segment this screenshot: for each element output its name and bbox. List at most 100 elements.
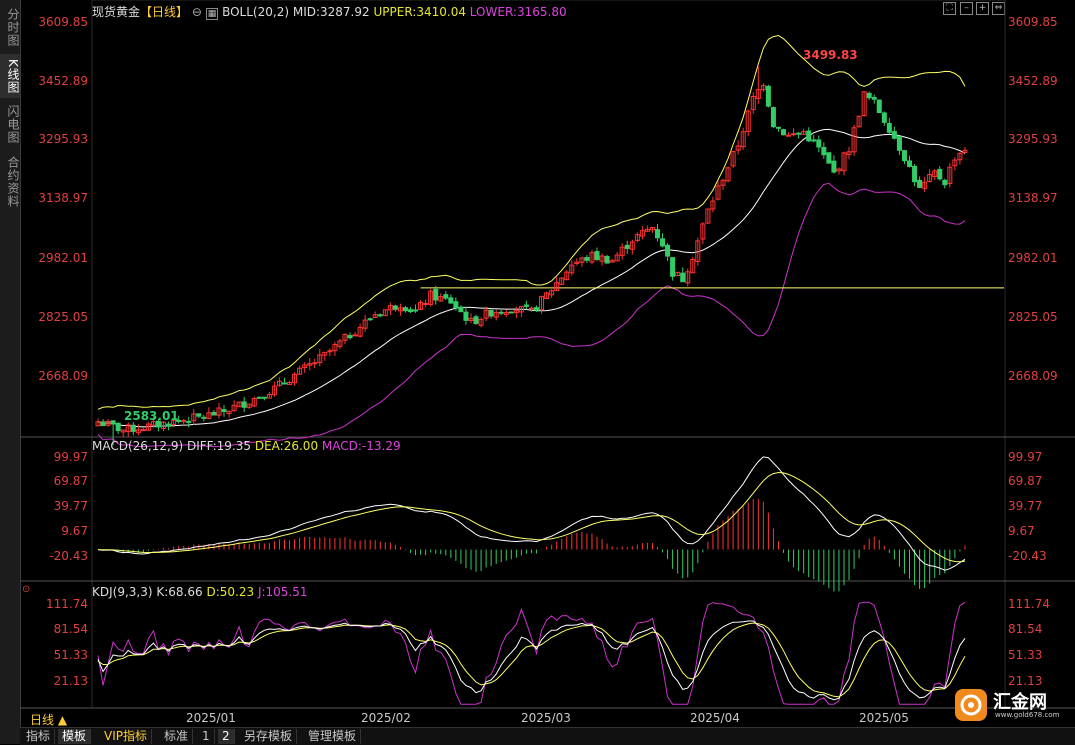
kdj-axis-left-2: 51.33 — [53, 648, 88, 662]
candle-body — [256, 396, 262, 399]
macd-value: MACD:-13.29 — [321, 439, 401, 453]
candle-body — [604, 255, 610, 264]
date-label-jan: 2025/01 — [186, 711, 236, 725]
date-label-may: 2025/05 — [859, 711, 909, 725]
candle-body — [488, 309, 494, 317]
price-axis-right-5: 2825.05 — [1008, 310, 1058, 324]
candle-body — [448, 297, 454, 304]
macd-axis-left-3: 9.67 — [61, 524, 88, 538]
price-axis-left-5: 2825.05 — [38, 310, 88, 324]
macd-label: MACD(26,12,9) — [92, 439, 184, 453]
candle-body — [891, 131, 897, 139]
macd-legend: MACD(26,12,9) DIFF:19.35 DEA:26.00 MACD:… — [92, 439, 401, 453]
boll-lower-line — [97, 182, 966, 448]
close-icon[interactable]: ⊙ — [22, 584, 30, 595]
macd-axis-right-4: -20.43 — [1008, 549, 1047, 563]
tab-vip-indicator[interactable]: VIP指标 — [100, 729, 152, 744]
kdj-axis-left-1: 81.54 — [53, 622, 88, 636]
candle-body — [866, 92, 872, 99]
candle-body — [937, 168, 943, 180]
candle-body — [433, 288, 439, 301]
candle-body — [523, 304, 529, 307]
candle-body — [654, 229, 660, 239]
macd-axis-left-4: -20.43 — [49, 549, 88, 563]
candle-body — [347, 335, 353, 339]
kdj-axis-right-0: 111.74 — [1008, 597, 1050, 611]
kdj-axis-left-0: 111.74 — [46, 597, 88, 611]
price-axis-left-0: 3609.85 — [38, 15, 88, 29]
candle-body — [896, 135, 902, 151]
candle-body — [261, 396, 267, 399]
kdj-k: K:68.66 — [156, 585, 203, 599]
candle-body — [775, 126, 781, 129]
candle-body — [211, 411, 217, 416]
candle-body — [463, 311, 469, 321]
tab-page-1[interactable]: 1 — [198, 729, 215, 744]
macd-axis-left-2: 39.77 — [53, 499, 88, 513]
candle-body — [534, 307, 540, 311]
price-axis-left-6: 2668.09 — [38, 369, 88, 383]
kdj-label: KDJ(9,3,3) — [92, 585, 153, 599]
tab-manage-template[interactable]: 管理模板 — [304, 729, 362, 744]
tab-template[interactable]: 模板 — [58, 729, 92, 744]
candle-body — [423, 303, 429, 306]
low-annotation: 2583.01 — [124, 409, 179, 423]
candle-body — [786, 134, 792, 137]
tab-indicator[interactable]: 指标 — [22, 729, 56, 744]
candle-body — [140, 429, 146, 432]
tab-standard[interactable]: 标准 — [160, 729, 194, 744]
candle-body — [186, 420, 192, 423]
high-annotation: 3499.83 — [803, 48, 858, 62]
kdj-axis-left-3: 21.13 — [53, 674, 88, 688]
candle-body — [624, 244, 630, 249]
kdj-axis-right-2: 51.33 — [1008, 648, 1043, 662]
price-axis-right-1: 3452.89 — [1008, 74, 1058, 88]
gold678-logo: 汇金网 www.gold678.com — [955, 688, 1067, 722]
candle-body — [367, 318, 373, 321]
bottom-toolbar: 指标 模板 VIP指标 标准 1 2 另存模板 管理模板 — [20, 727, 1075, 745]
candle-body — [221, 409, 227, 413]
candle-body — [241, 401, 247, 408]
candle-body — [508, 311, 514, 314]
macd-diff: DIFF:19.35 — [186, 439, 252, 453]
candle-body — [281, 382, 287, 385]
macd-dea: DEA:26.00 — [254, 439, 319, 453]
candle-body — [876, 99, 882, 114]
kdj-legend: KDJ(9,3,3) K:68.66 D:50.23 J:105.51 — [92, 585, 308, 599]
period-selector[interactable]: 日线 ▲ — [30, 711, 67, 728]
candle-body — [312, 362, 318, 365]
candle-body — [352, 334, 358, 337]
kdj-k-line — [97, 620, 966, 701]
tab-page-2[interactable]: 2 — [218, 729, 235, 744]
candle-body — [901, 150, 907, 162]
candle-body — [881, 112, 887, 123]
macd-axis-right-3: 9.67 — [1008, 524, 1035, 538]
boll-mid-line — [97, 128, 966, 428]
kdj-j-line — [97, 601, 966, 705]
candle-body — [377, 314, 383, 317]
kdj-j: J:105.51 — [257, 585, 308, 599]
chart-canvas[interactable] — [0, 0, 1075, 744]
price-axis-right-6: 2668.09 — [1008, 369, 1058, 383]
candle-body — [942, 179, 948, 186]
candle-body — [584, 257, 590, 261]
candle-body — [443, 294, 449, 299]
candle-body — [826, 152, 832, 164]
price-axis-left-1: 3452.89 — [38, 74, 88, 88]
candle-body — [781, 129, 787, 136]
candle-body — [816, 139, 822, 148]
candle-body — [402, 307, 408, 312]
candle-body — [821, 146, 827, 156]
candle-body — [907, 160, 913, 167]
candle-body — [110, 420, 116, 425]
candle-body — [115, 422, 121, 432]
candle-body — [912, 165, 918, 183]
price-axis-left-4: 2982.01 — [38, 251, 88, 265]
candle-body — [498, 311, 504, 314]
kdj-axis-right-1: 81.54 — [1008, 622, 1043, 636]
candle-body — [473, 316, 479, 324]
date-label-mar: 2025/03 — [521, 711, 571, 725]
candle-body — [796, 132, 802, 135]
kdj-d: D:50.23 — [206, 585, 255, 599]
tab-save-template[interactable]: 另存模板 — [240, 729, 298, 744]
